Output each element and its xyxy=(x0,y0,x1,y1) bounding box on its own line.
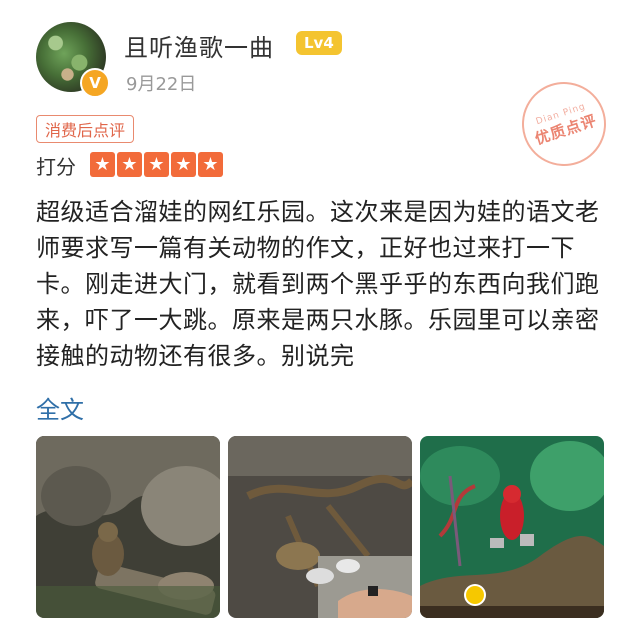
parrot-photo-icon xyxy=(420,436,604,618)
level-badge: Lv4 xyxy=(296,31,342,55)
photo-parrot[interactable] xyxy=(420,436,604,618)
rating-label: 打分 xyxy=(36,155,76,179)
star-icon: ★ xyxy=(117,152,142,177)
star-icon: ★ xyxy=(171,152,196,177)
review-text: 超级适合溜娃的网红乐园。这次来是因为娃的语文老师要求写一篇有关动物的作文，正好也… xyxy=(36,198,600,370)
star-rating: ★ ★ ★ ★ ★ xyxy=(90,152,223,177)
photo-gallery xyxy=(36,436,604,618)
sun-logo-icon xyxy=(466,586,484,604)
photo-capybara[interactable] xyxy=(36,436,220,618)
watermark xyxy=(466,586,484,604)
star-icon: ★ xyxy=(90,152,115,177)
photo-birds[interactable] xyxy=(228,436,412,618)
star-icon: ★ xyxy=(144,152,169,177)
capybara-photo-icon xyxy=(36,436,220,618)
star-icon: ★ xyxy=(198,152,223,177)
post-date: 9月22日 xyxy=(126,74,197,95)
birds-branch-photo-icon xyxy=(228,436,412,618)
expand-full-text-link[interactable]: 全文 xyxy=(36,390,84,425)
post-consumption-tag: 消费后点评 xyxy=(36,115,135,143)
username[interactable]: 且听渔歌一曲 xyxy=(124,28,274,63)
quality-review-stamp: Dian Ping 优质点评 xyxy=(511,71,617,177)
verified-badge: V xyxy=(80,68,110,98)
